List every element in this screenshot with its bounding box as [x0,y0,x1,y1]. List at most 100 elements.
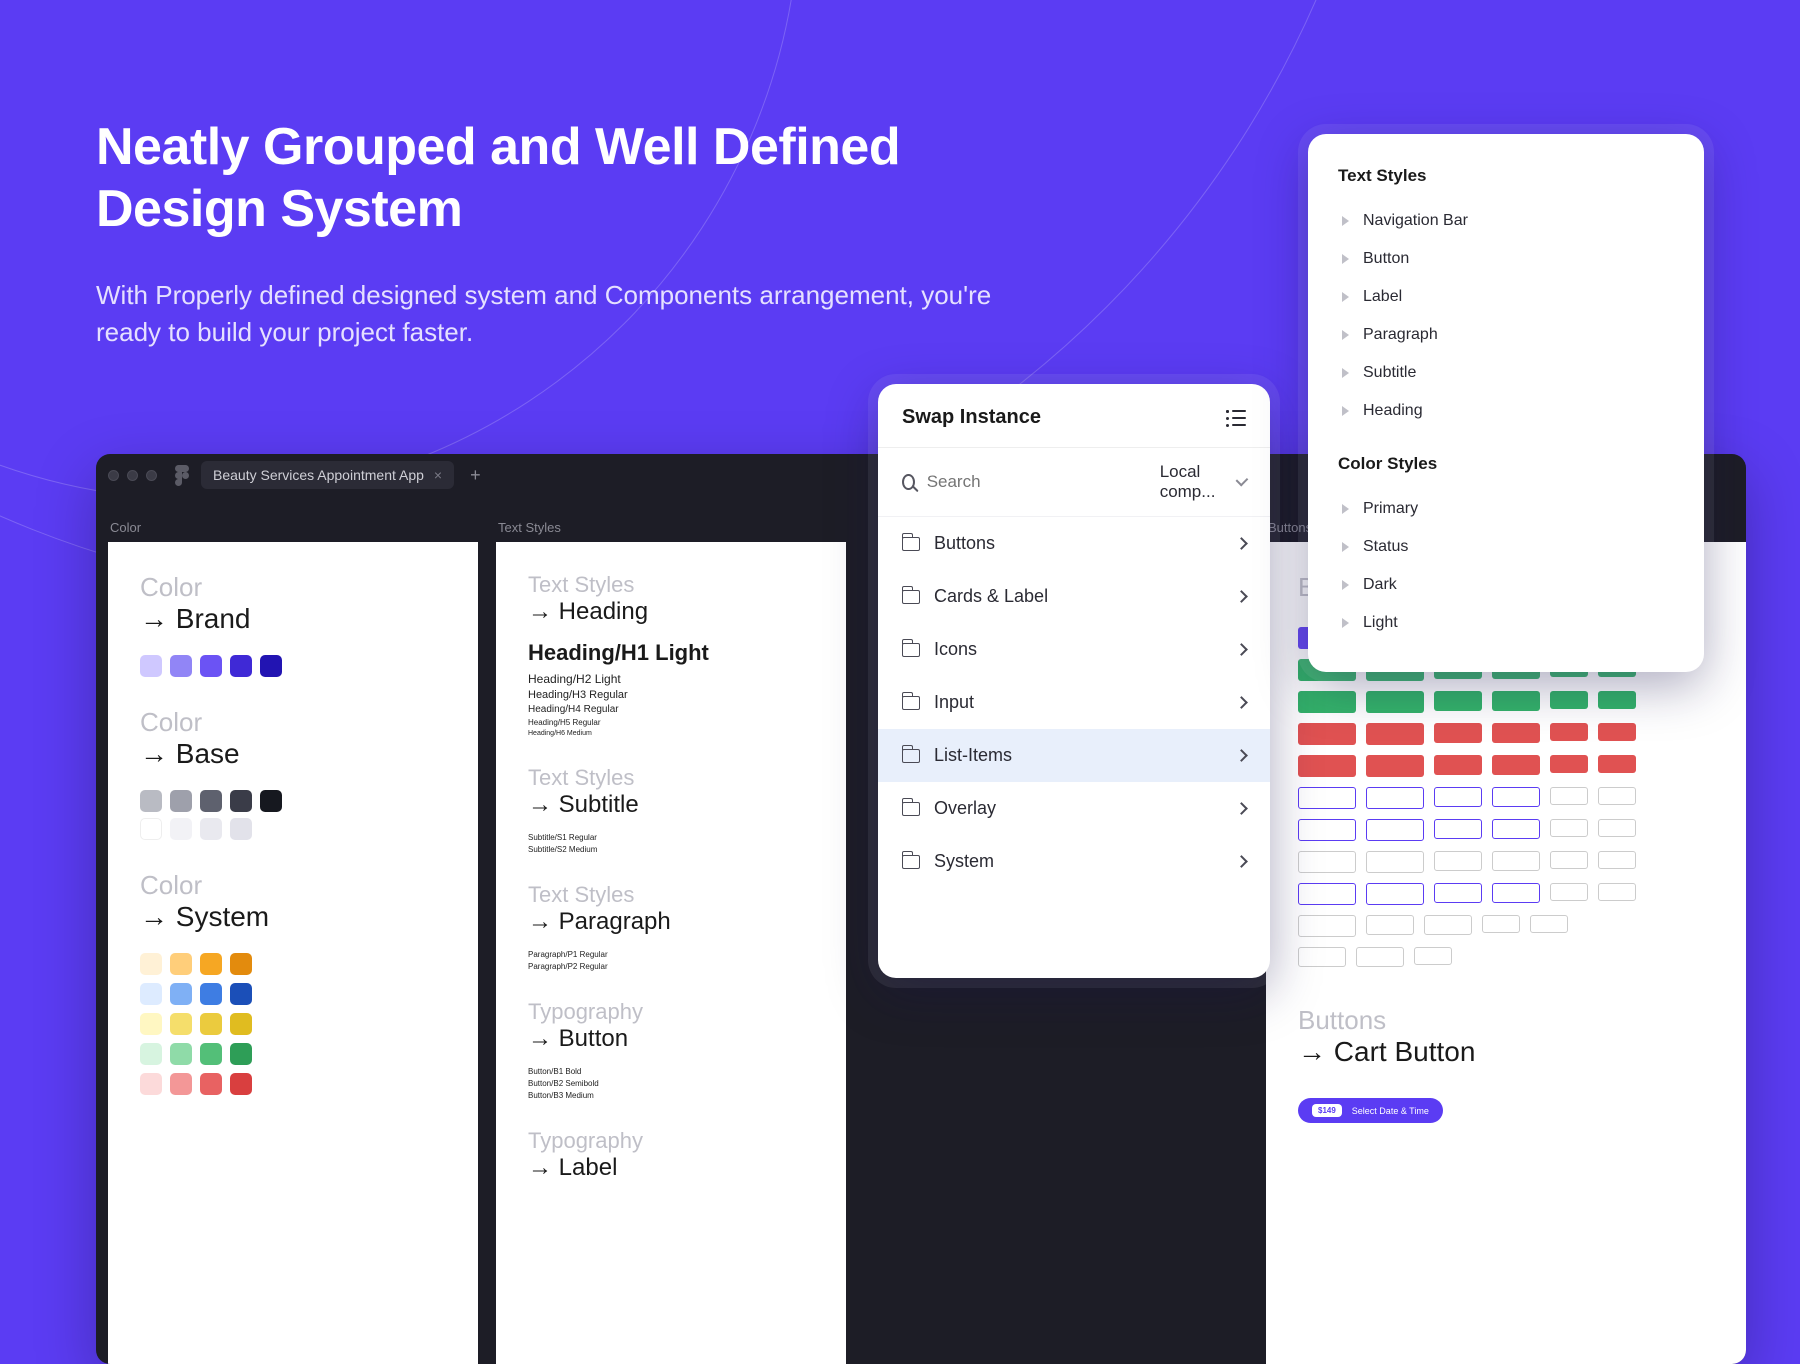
section-title: Subtitle [528,791,814,819]
section-eyebrow: Color [140,707,446,738]
chevron-right-icon [1235,855,1248,868]
traffic-close-icon[interactable] [108,470,119,481]
button-sample [1298,947,1346,967]
swap-item[interactable]: System [878,835,1270,888]
document-tab[interactable]: Beauty Services Appointment App × [201,461,454,489]
color-swatch [140,983,162,1005]
button-sample [1492,883,1540,903]
button-sample [1366,819,1424,841]
text-sample: Heading/H6 Medium [528,730,814,737]
color-swatch [200,953,222,975]
section-eyebrow: Typography [528,1128,814,1154]
swap-item[interactable]: List-Items [878,729,1270,782]
search-input[interactable] [927,472,1148,492]
button-sample [1366,787,1424,809]
list-view-icon[interactable] [1226,410,1246,426]
color-swatch [230,983,252,1005]
button-sample [1366,851,1424,873]
button-sample [1434,755,1482,775]
color-swatch [170,790,192,812]
swap-item[interactable]: Input [878,676,1270,729]
button-sample [1550,883,1588,901]
swap-item[interactable]: Buttons [878,517,1270,570]
color-swatch [230,655,252,677]
hero-title-line: Design System [96,180,462,238]
traffic-min-icon[interactable] [127,470,138,481]
color-swatch [230,1073,252,1095]
color-swatch [230,953,252,975]
button-sample [1492,851,1540,871]
button-sample [1366,691,1424,713]
color-swatch [140,953,162,975]
section-eyebrow: Color [140,572,446,603]
section-eyebrow: Text Styles [528,572,814,598]
button-sample [1414,947,1452,965]
scope-dropdown[interactable]: Local comp... [1160,462,1246,502]
swap-item[interactable]: Overlay [878,782,1270,835]
swap-item-label: System [934,851,994,872]
section-title: System [140,901,446,933]
section-eyebrow: Text Styles [528,882,814,908]
folder-icon [902,855,920,869]
base-swatches [140,818,440,840]
section-title: Base [140,738,446,770]
style-item[interactable]: Primary [1338,490,1674,528]
section-eyebrow: Color [140,870,446,901]
button-sample [1298,723,1356,745]
panel-title: Swap Instance [902,406,1041,429]
swap-item-label: Buttons [934,533,995,554]
button-sample [1434,851,1482,871]
swap-item[interactable]: Cards & Label [878,570,1270,623]
button-sample [1550,755,1588,773]
button-sample [1434,691,1482,711]
button-sample [1434,723,1482,743]
style-item[interactable]: Subtitle [1338,354,1674,392]
button-sample [1434,819,1482,839]
button-sample [1366,883,1424,905]
swap-item[interactable]: Icons [878,623,1270,676]
close-icon[interactable]: × [434,467,442,483]
color-swatch [140,818,162,840]
style-label: Button [1363,250,1409,268]
traffic-lights[interactable] [108,470,157,481]
style-label: Navigation Bar [1363,212,1468,230]
new-tab-button[interactable]: + [466,465,485,486]
button-sample [1550,723,1588,741]
style-item[interactable]: Button [1338,240,1674,278]
color-frame[interactable]: Color Brand Color Base Color System [108,542,478,1364]
search-icon [902,474,915,490]
button-sample [1298,883,1356,905]
style-label: Dark [1363,576,1397,594]
color-swatch [170,818,192,840]
section-eyebrow: Buttons [1298,1005,1724,1036]
style-item[interactable]: Dark [1338,566,1674,604]
button-sample [1550,691,1588,709]
section-title: Heading [528,598,814,626]
frame-label: Text Styles [498,520,561,535]
styles-panel: Text Styles Navigation BarButtonLabelPar… [1308,134,1704,672]
brand-swatches [140,655,440,677]
button-sample [1598,851,1636,869]
hero-subtitle: With Properly defined designed system an… [96,277,996,352]
color-swatch [170,1073,192,1095]
style-item[interactable]: Paragraph [1338,316,1674,354]
style-item[interactable]: Heading [1338,392,1674,430]
traffic-max-icon[interactable] [146,470,157,481]
swap-instance-panel: Swap Instance Local comp... Buttons Cards… [878,384,1270,978]
style-item[interactable]: Status [1338,528,1674,566]
style-item[interactable]: Light [1338,604,1674,642]
button-sample [1492,755,1540,775]
color-swatch [170,953,192,975]
text-sample: Subtitle/S1 Regular [528,833,814,842]
color-swatch [200,1013,222,1035]
color-swatch [170,1013,192,1035]
style-item[interactable]: Navigation Bar [1338,202,1674,240]
triangle-icon [1342,542,1349,552]
hero: Neatly Grouped and Well Defined Design S… [96,116,996,352]
tab-label: Beauty Services Appointment App [213,467,424,483]
triangle-icon [1342,368,1349,378]
button-sample [1424,915,1472,935]
text-styles-frame[interactable]: Text Styles Heading Heading/H1 Light Hea… [496,542,846,1364]
button-sample [1492,787,1540,807]
style-item[interactable]: Label [1338,278,1674,316]
